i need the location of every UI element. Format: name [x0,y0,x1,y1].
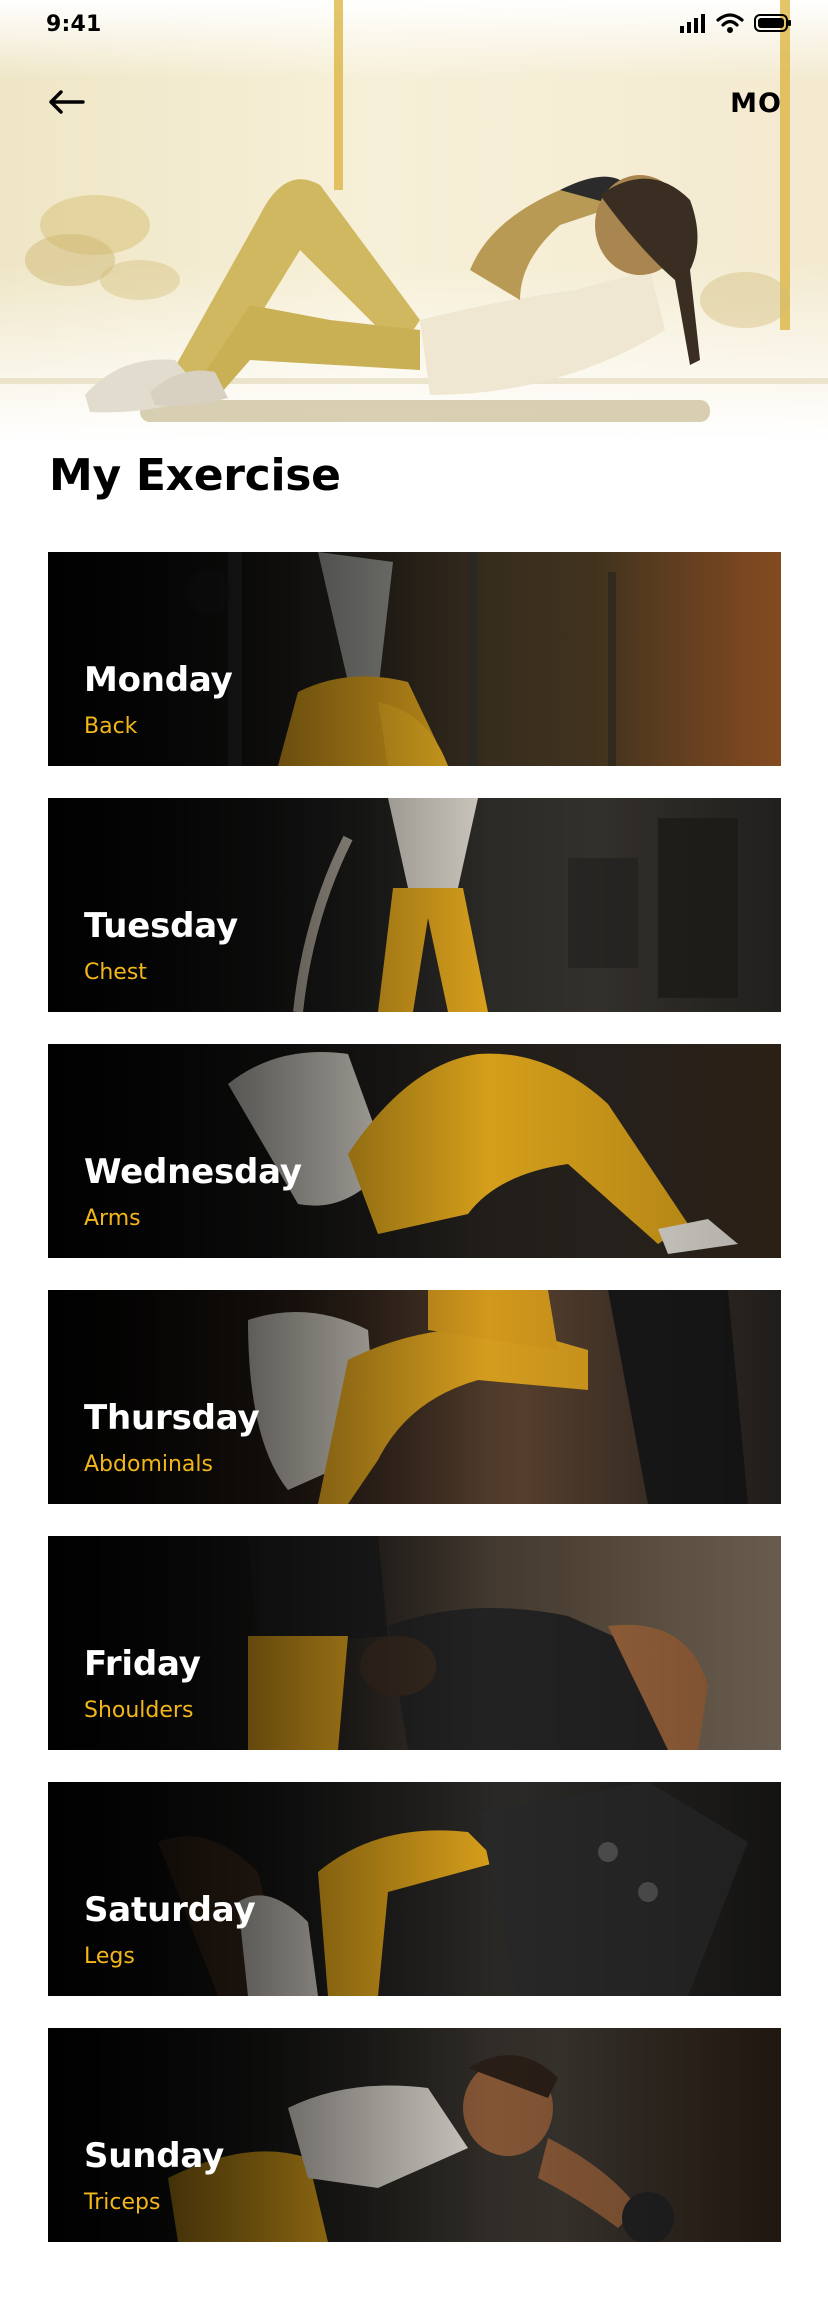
exercise-card-wednesday[interactable]: Wednesday Arms [48,1044,781,1258]
signal-icon [680,14,705,33]
exercise-muscle: Chest [84,960,147,985]
exercise-day: Tuesday [84,906,238,946]
exercise-card-monday[interactable]: Monday Back [48,552,781,766]
hero-banner [0,0,828,440]
exercise-muscle: Arms [84,1206,141,1231]
exercise-card-saturday[interactable]: Saturday Legs [48,1782,781,1996]
back-button[interactable] [44,84,88,120]
card-overlay [48,798,781,1012]
exercise-card-sunday[interactable]: Sunday Triceps [48,2028,781,2242]
arrow-left-icon [49,90,85,114]
card-overlay [48,1782,781,1996]
exercise-muscle: Back [84,714,138,739]
exercise-muscle: Shoulders [84,1698,194,1723]
exercise-card-tuesday[interactable]: Tuesday Chest [48,798,781,1012]
exercise-card-thursday[interactable]: Thursday Abdominals [48,1290,781,1504]
page-title: My Exercise [49,450,341,501]
exercise-muscle: Legs [84,1944,135,1969]
exercise-day: Wednesday [84,1152,302,1192]
status-icons [680,12,792,34]
exercise-card-friday[interactable]: Friday Shoulders [48,1536,781,1750]
card-overlay [48,552,781,766]
exercise-muscle: Abdominals [84,1452,213,1477]
exercise-day: Thursday [84,1398,260,1438]
hero-illustration [0,0,828,422]
exercise-day: Saturday [84,1890,256,1930]
avatar[interactable]: MO [730,88,782,119]
status-time: 9:41 [46,12,102,37]
exercise-muscle: Triceps [84,2190,161,2215]
battery-icon [754,14,791,32]
exercise-day: Sunday [84,2136,225,2176]
status-bar: 9:41 [0,0,828,60]
exercise-list: Monday Back Tuesday Chest Wednesday Arms… [48,552,781,2274]
card-overlay [48,1044,781,1258]
exercise-day: Monday [84,660,233,700]
exercise-day: Friday [84,1644,201,1684]
wifi-icon [716,13,744,33]
